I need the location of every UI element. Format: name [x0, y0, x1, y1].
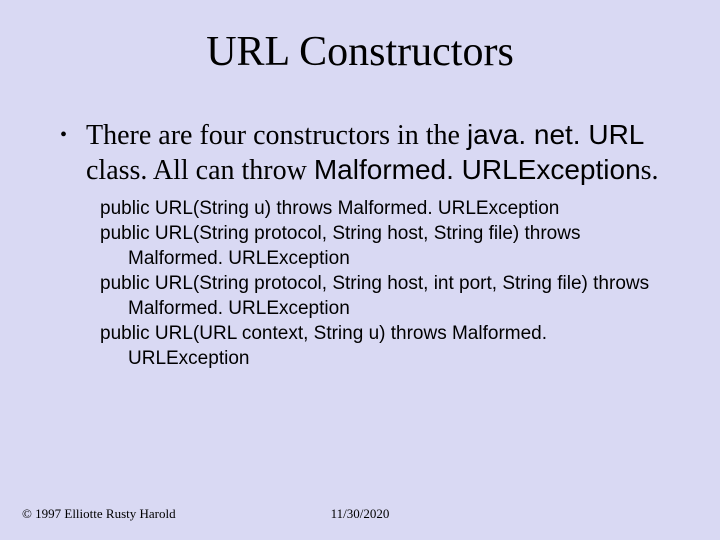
bullet-text: There are four constructors in the java.…	[86, 118, 660, 188]
footer-date: 11/30/2020	[0, 506, 720, 522]
bullet-post: s.	[641, 155, 659, 186]
slide: URL Constructors • There are four constr…	[0, 0, 720, 540]
signature-line: public URL(String protocol, String host,…	[100, 221, 660, 271]
bullet-dot-icon: •	[60, 118, 86, 152]
signature-line: public URL(String protocol, String host,…	[100, 271, 660, 321]
bullet-mid: class. All can throw	[86, 155, 314, 186]
bullet-code-1: java. net. URL	[467, 119, 644, 150]
slide-title: URL Constructors	[0, 28, 720, 76]
bullet-item: • There are four constructors in the jav…	[60, 118, 660, 188]
signature-line: public URL(String u) throws Malformed. U…	[100, 196, 660, 221]
signature-list: public URL(String u) throws Malformed. U…	[100, 196, 660, 371]
bullet-code-2: Malformed. URLException	[314, 154, 641, 185]
signature-line: public URL(URL context, String u) throws…	[100, 321, 660, 371]
slide-body: • There are four constructors in the jav…	[60, 118, 660, 371]
bullet-pre: There are four constructors in the	[86, 120, 467, 151]
